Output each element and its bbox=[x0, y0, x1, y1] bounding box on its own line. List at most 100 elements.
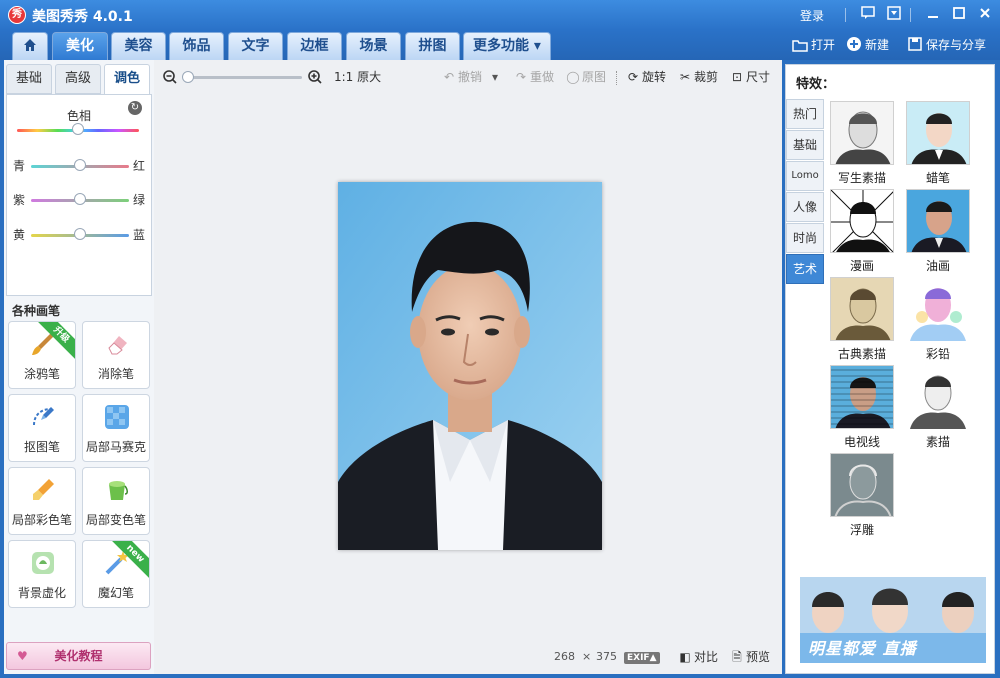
title-separator bbox=[910, 8, 911, 22]
effect-thumbnail-oil-painting[interactable] bbox=[906, 189, 970, 253]
tab-home[interactable] bbox=[12, 32, 48, 60]
crop-label: 裁剪 bbox=[694, 70, 719, 84]
eraser-brush-button[interactable]: 消除笔 bbox=[82, 321, 150, 389]
effects-title: 特效： bbox=[796, 77, 836, 92]
crop-button[interactable]: ✂ 裁剪 bbox=[678, 68, 718, 86]
subtab-advanced[interactable]: 高级 bbox=[55, 64, 101, 94]
compare-button[interactable]: ◧ 对比 bbox=[678, 648, 718, 666]
undo-label: 撤销 bbox=[458, 70, 483, 84]
live-stream-ad-banner[interactable]: 明星都爱 直播 bbox=[800, 577, 986, 663]
zoom-out-button[interactable] bbox=[162, 68, 178, 86]
effect-thumbnail-comic[interactable] bbox=[830, 189, 894, 253]
redo-button[interactable]: ↷ 重做 bbox=[514, 68, 554, 86]
close-icon[interactable] bbox=[977, 6, 993, 22]
open-button[interactable]: 打开 bbox=[792, 36, 835, 54]
hue-slider-knob[interactable] bbox=[72, 123, 84, 135]
redo-label: 重做 bbox=[530, 70, 555, 84]
effect-thumbnail-color-pencil[interactable] bbox=[906, 277, 970, 341]
magic-brush-button[interactable]: new 魔幻笔 bbox=[82, 540, 150, 608]
brush-label: 消除笔 bbox=[97, 367, 134, 381]
effect-thumbnail-classic-sketch[interactable] bbox=[830, 277, 894, 341]
dropdown-menu-icon[interactable] bbox=[886, 6, 902, 22]
tab-frame[interactable]: 边框 bbox=[287, 32, 342, 60]
effect-thumbnail-crayon[interactable] bbox=[906, 101, 970, 165]
original-image-button[interactable]: ◯ 原图 bbox=[566, 68, 606, 86]
cutout-pen-icon bbox=[29, 403, 57, 431]
cyan-red-slider-knob[interactable] bbox=[74, 159, 86, 171]
purple-green-slider-knob[interactable] bbox=[74, 193, 86, 205]
cutout-brush-button[interactable]: 抠图笔 bbox=[8, 394, 76, 462]
mosaic-brush-button[interactable]: 局部马赛克 bbox=[82, 394, 150, 462]
plus-circle-icon bbox=[846, 36, 862, 52]
tab-beauty[interactable]: 美容 bbox=[111, 32, 166, 60]
tab-text[interactable]: 文字 bbox=[228, 32, 283, 60]
effect-thumbnail-pencil-sketch[interactable] bbox=[906, 365, 970, 429]
category-portrait[interactable]: 人像 bbox=[786, 192, 824, 222]
doodle-brush-button[interactable]: 升级 涂鸦笔 bbox=[8, 321, 76, 389]
effect-label: 电视线 bbox=[843, 435, 880, 449]
home-icon bbox=[22, 38, 38, 54]
subtab-color-adjust[interactable]: 调色 bbox=[104, 64, 150, 94]
background-blur-button[interactable]: 背景虚化 bbox=[8, 540, 76, 608]
beautify-tutorial-button[interactable]: ♥ 美化教程 bbox=[6, 642, 151, 670]
minimize-icon[interactable] bbox=[925, 6, 941, 22]
chevron-down-icon: ▾ bbox=[492, 70, 499, 84]
maximize-icon[interactable] bbox=[951, 6, 967, 22]
save-share-label: 保存与分享 bbox=[926, 38, 987, 52]
tab-collage[interactable]: 拼图 bbox=[405, 32, 460, 60]
rotate-button[interactable]: ⟳ 旋转 bbox=[626, 68, 666, 86]
category-popular[interactable]: 热门 bbox=[786, 99, 824, 129]
zoom-in-button[interactable] bbox=[307, 68, 323, 86]
redo-icon: ↷ bbox=[515, 70, 527, 84]
login-link[interactable]: 登录 bbox=[800, 7, 824, 24]
preview-button[interactable]: 🗎 预览 bbox=[730, 648, 770, 666]
ad-text: 明星都爱 直播 bbox=[808, 639, 917, 658]
reset-icon[interactable]: ↻ bbox=[128, 101, 142, 115]
dimension-separator: × bbox=[582, 650, 592, 663]
tab-beautify[interactable]: 美化 bbox=[52, 32, 108, 60]
effect-label: 油画 bbox=[925, 259, 950, 273]
tab-scene[interactable]: 场景 bbox=[346, 32, 401, 60]
effect-thumbnail-emboss[interactable] bbox=[830, 453, 894, 517]
zoom-slider-knob[interactable] bbox=[182, 71, 194, 83]
save-share-button[interactable]: 保存与分享 bbox=[907, 36, 986, 54]
resize-button[interactable]: ⊡ 尺寸 bbox=[730, 68, 770, 86]
category-fashion[interactable]: 时尚 bbox=[786, 223, 824, 253]
purple-label: 紫 bbox=[13, 193, 26, 207]
effect-thumbnail-tv-lines[interactable] bbox=[830, 365, 894, 429]
subtab-basic[interactable]: 基础 bbox=[6, 64, 52, 94]
zoom-slider[interactable] bbox=[184, 76, 302, 79]
effect-thumbnail-sketch[interactable] bbox=[830, 101, 894, 165]
recolor-brush-button[interactable]: 局部变色笔 bbox=[82, 467, 150, 535]
yellow-blue-slider-knob[interactable] bbox=[74, 228, 86, 240]
brush-label: 抠图笔 bbox=[23, 440, 60, 454]
undo-button[interactable]: ↶ 撤销 bbox=[442, 68, 482, 86]
brush-label: 局部马赛克 bbox=[85, 440, 146, 454]
tab-accessories[interactable]: 饰品 bbox=[169, 32, 224, 60]
mosaic-icon bbox=[103, 403, 131, 431]
effect-label: 彩铅 bbox=[925, 347, 950, 361]
folder-icon bbox=[792, 38, 808, 54]
edited-photo[interactable] bbox=[338, 182, 602, 550]
category-basic[interactable]: 基础 bbox=[786, 130, 824, 160]
save-icon bbox=[907, 36, 923, 52]
brush-label: 局部变色笔 bbox=[85, 513, 146, 527]
preview-icon: 🗎 bbox=[732, 650, 742, 664]
effects-panel: 特效： 热门 基础 Lomo 人像 时尚 艺术 写生素描 蜡笔 漫画 油画 古典… bbox=[785, 64, 995, 674]
title-bar: 秀 美图秀秀 4.0.1 登录 bbox=[0, 0, 1000, 30]
new-button[interactable]: 新建 bbox=[846, 36, 889, 54]
category-lomo[interactable]: Lomo bbox=[786, 161, 824, 191]
exif-button[interactable]: EXIF▲ bbox=[624, 652, 660, 664]
original-size-button[interactable]: 1:1 原大 bbox=[334, 68, 381, 86]
resize-icon: ⊡ bbox=[731, 70, 743, 84]
category-art[interactable]: 艺术 bbox=[786, 254, 824, 284]
color-brush-button[interactable]: 局部彩色笔 bbox=[8, 467, 76, 535]
paint-bucket-icon bbox=[103, 476, 131, 504]
tab-more-features[interactable]: 更多功能 ▾ bbox=[463, 32, 551, 60]
comment-icon[interactable] bbox=[860, 6, 876, 22]
compare-label: 对比 bbox=[694, 650, 719, 664]
brush-label: 魔幻笔 bbox=[97, 586, 134, 600]
undo-history-dropdown[interactable]: ▾ bbox=[492, 68, 498, 86]
scissors-icon: ✂ bbox=[679, 70, 691, 84]
blue-label: 蓝 bbox=[133, 228, 146, 242]
